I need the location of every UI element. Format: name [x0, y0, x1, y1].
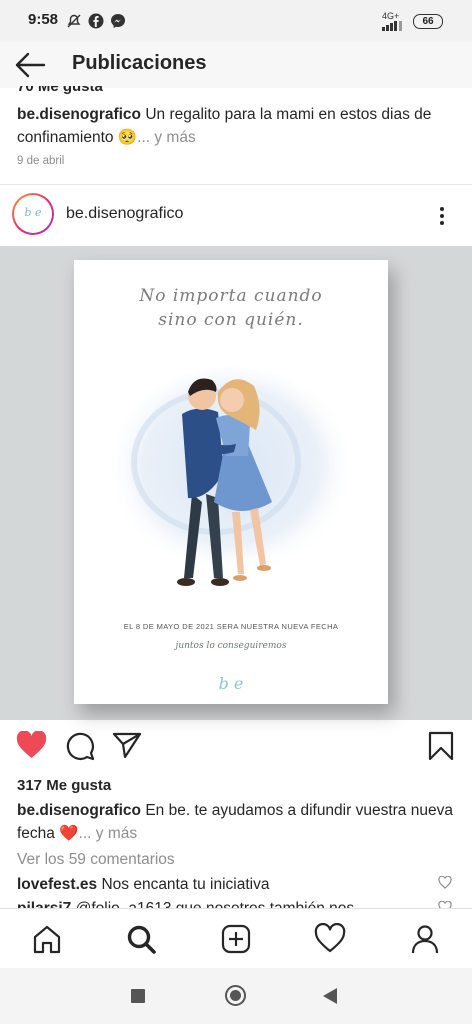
headline-line2: sino con quién.	[158, 310, 304, 330]
comment-username[interactable]: lovefest.es	[17, 876, 97, 893]
status-time: 9:58	[28, 11, 59, 28]
home-dot	[230, 990, 241, 1001]
activity-icon[interactable]	[314, 923, 346, 955]
view-comments-link[interactable]: Ver los 59 comentarios	[17, 851, 175, 869]
invitation-card: No importa cuando sino con quién. EL 8 D…	[74, 260, 388, 704]
network-indicator: 4G+	[382, 12, 404, 33]
system-back-icon[interactable]	[322, 987, 338, 1005]
dot	[440, 214, 444, 218]
comment-like-icon[interactable]	[438, 876, 452, 889]
caption-username[interactable]: be.disenografico	[17, 802, 141, 819]
share-icon[interactable]	[112, 731, 142, 759]
more-link[interactable]: ... y más	[79, 825, 138, 842]
mute-notification-icon	[67, 14, 81, 28]
post-image[interactable]: No importa cuando sino con quién. EL 8 D…	[0, 246, 472, 720]
messenger-icon	[111, 14, 125, 28]
status-bar: 9:58 4G+ 66	[0, 0, 472, 42]
home-icon[interactable]	[31, 923, 63, 955]
dot	[440, 207, 444, 211]
closing-text: juntos lo conseguiremos	[175, 641, 287, 651]
more-options-icon[interactable]	[434, 202, 450, 230]
comment-item: lovefest.es Nos encanta tu iniciativa	[17, 876, 269, 894]
post-date: 9 de abril	[17, 155, 65, 167]
divider	[0, 184, 472, 185]
network-type: 4G+	[382, 11, 400, 21]
bottom-nav	[0, 908, 472, 969]
comment-text: @folio_a1613 que nosotros también nos...	[76, 900, 367, 908]
bookmark-icon[interactable]	[428, 731, 454, 761]
page-title: Publicaciones	[72, 52, 207, 74]
post-caption: be.disenografico En be. te ayudamos a di…	[17, 799, 457, 845]
caption-emoji: 🥺	[117, 129, 138, 146]
app-header: Publicaciones	[0, 42, 472, 88]
avatar-logo: b e	[24, 206, 42, 219]
signal-icon	[382, 21, 402, 31]
comment-text: Nos encanta tu iniciativa	[101, 876, 270, 893]
caption-username[interactable]: be.disenografico	[17, 106, 141, 123]
comment-icon[interactable]	[65, 731, 95, 761]
more-link[interactable]: ... y más	[137, 129, 196, 146]
comment-username[interactable]: pilarsi7	[17, 900, 71, 908]
couple-illustration	[106, 367, 356, 587]
back-arrow-icon[interactable]	[14, 52, 46, 78]
recent-apps-icon[interactable]	[131, 989, 145, 1003]
post-username[interactable]: be.disenografico	[66, 205, 183, 223]
battery-indicator: 66	[413, 14, 443, 29]
avatar[interactable]: b e	[12, 193, 54, 235]
caption-emoji: ❤️	[59, 825, 79, 842]
comment-item: pilarsi7 @folio_a1613 que nosotros tambi…	[17, 900, 457, 908]
add-post-icon[interactable]	[220, 923, 252, 955]
search-icon[interactable]	[125, 923, 157, 955]
previous-post-caption: be.disenografico Un regalito para la mam…	[17, 103, 457, 149]
facebook-icon	[88, 13, 104, 29]
avatar-inner: b e	[14, 195, 52, 233]
brand-logo: b e	[218, 674, 244, 693]
event-date-text: EL 8 DE MAYO DE 2021 SERA NUESTRA NUEVA …	[123, 622, 339, 631]
system-navigation-bar	[0, 968, 472, 1024]
likes-count[interactable]: 317 Me gusta	[17, 777, 111, 794]
like-heart-icon[interactable]	[16, 731, 47, 759]
profile-icon[interactable]	[409, 923, 441, 955]
home-button-icon[interactable]	[225, 985, 246, 1006]
dot	[440, 221, 444, 225]
headline-line1: No importa cuando	[139, 286, 323, 306]
